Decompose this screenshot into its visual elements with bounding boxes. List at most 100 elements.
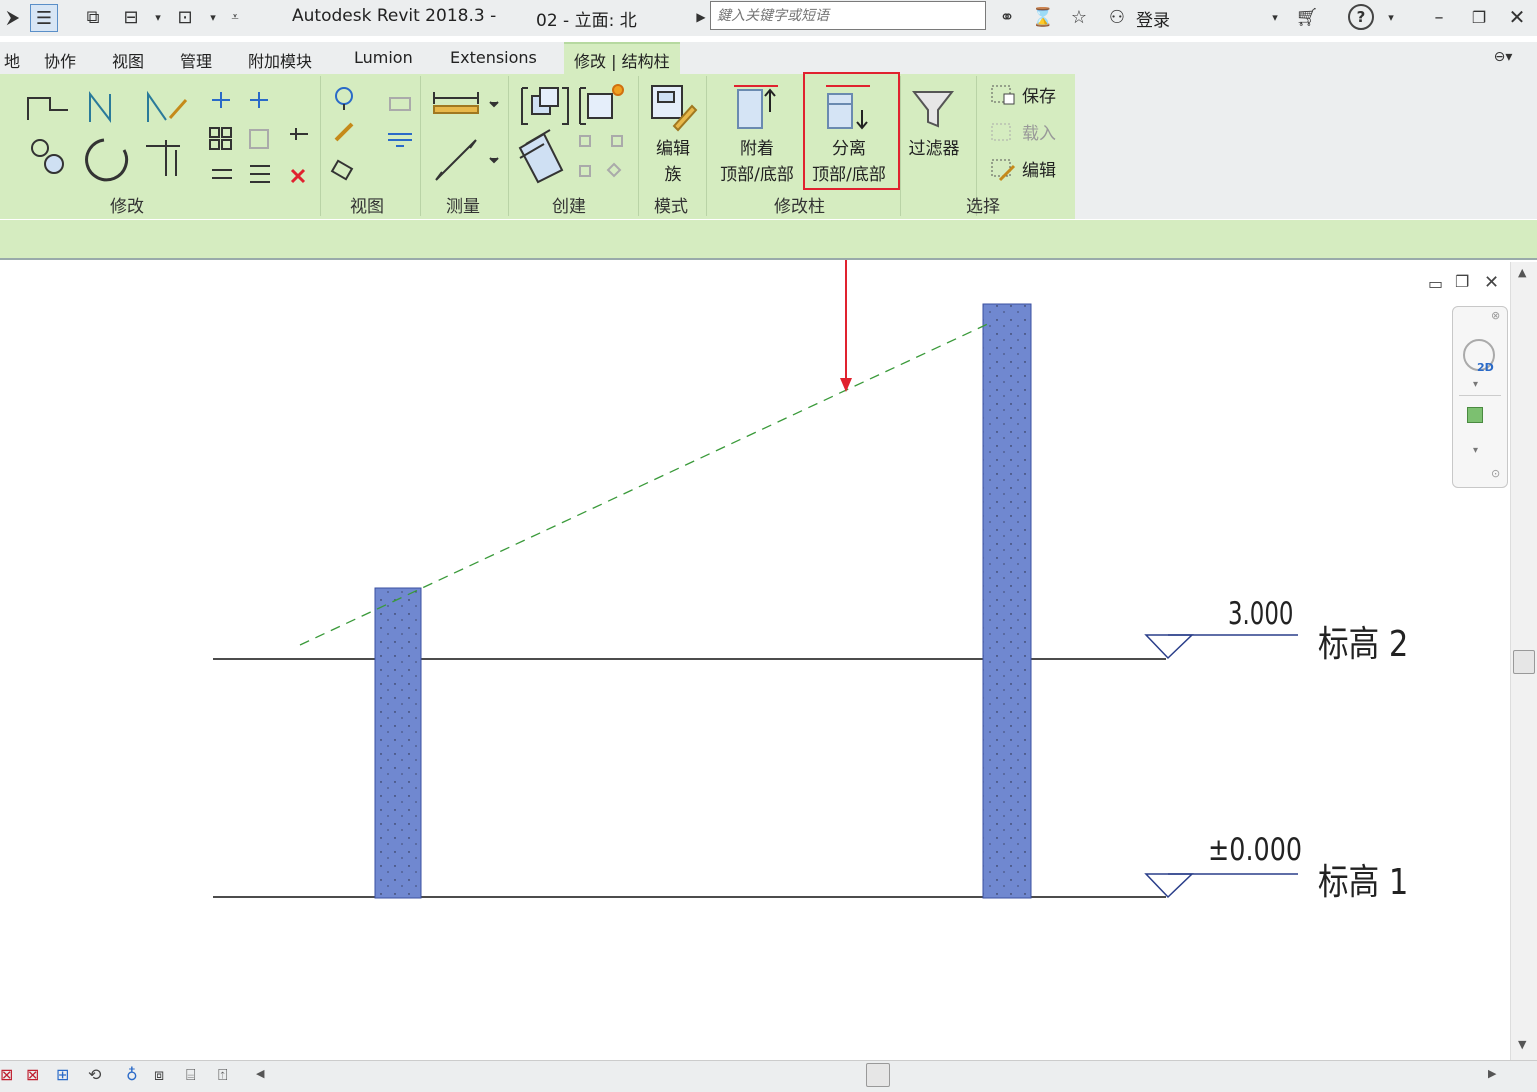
edit-family-label-1: 编辑 xyxy=(656,139,690,159)
scroll-up-arrow-icon[interactable]: ▲ xyxy=(1518,266,1526,279)
create-tools-icons[interactable] xyxy=(514,78,634,188)
navbar-options-icon[interactable]: ⊙ xyxy=(1491,467,1500,480)
vertical-scroll-thumb[interactable] xyxy=(1513,650,1535,674)
scroll-right-arrow-icon[interactable]: ▶ xyxy=(1488,1067,1496,1080)
panel-label-mode: 模式 xyxy=(654,197,688,217)
tab-lumion[interactable]: Lumion xyxy=(350,46,417,69)
scroll-down-arrow-icon[interactable]: ▼ xyxy=(1518,1038,1526,1051)
close-icon[interactable]: ✕ xyxy=(1504,4,1530,30)
detach-highlight-box xyxy=(803,72,900,190)
navbar-divider xyxy=(1459,395,1501,396)
dropdown-arrow-icon[interactable]: ▾ xyxy=(1473,445,1478,456)
star-icon[interactable]: ☆ xyxy=(1066,4,1092,30)
reveal-hidden-icon[interactable]: ⊠ xyxy=(0,1065,13,1084)
binoculars-icon[interactable]: ⚭ xyxy=(994,4,1020,30)
panel-label-view: 视图 xyxy=(350,197,384,217)
load-selection-label: 载入 xyxy=(1022,124,1056,144)
search-input-box[interactable] xyxy=(710,1,986,30)
tab-addins[interactable]: 附加模块 xyxy=(244,46,316,74)
dropdown-arrow-icon[interactable]: ▾ xyxy=(1378,4,1404,30)
measure-tools-icons[interactable] xyxy=(428,80,504,190)
edit-family-label-2: 族 xyxy=(664,165,682,185)
properties-icon[interactable]: ☰ xyxy=(30,4,58,32)
elevation-view-canvas[interactable]: 3.000 标高 2 ±0.000 标高 1 ▭ ❐ ✕ xyxy=(0,260,1508,1060)
view-title: 02 - 立面: 北 xyxy=(536,11,637,31)
worksharing-icon[interactable]: ⍐ xyxy=(218,1065,228,1085)
panel-divider xyxy=(420,76,421,216)
modify-tools-icons[interactable] xyxy=(0,80,320,190)
panel-divider xyxy=(320,76,321,216)
save-selection-label: 保存 xyxy=(1022,87,1056,107)
panel-divider xyxy=(508,76,509,216)
minimize-icon[interactable]: – xyxy=(1426,4,1452,30)
elevation-drawing[interactable] xyxy=(0,260,1508,1060)
subscription-icon[interactable]: ⌛ xyxy=(1030,4,1056,30)
scroll-left-arrow-icon[interactable]: ◀ xyxy=(256,1067,264,1080)
attach-label-1: 附着 xyxy=(740,139,774,159)
panel-divider xyxy=(706,76,707,216)
navbar-close-icon[interactable]: ⊗ xyxy=(1491,309,1500,322)
analytical-model-icon[interactable]: ⊞ xyxy=(56,1065,69,1084)
highlight-displacement-icon[interactable]: ⟲ xyxy=(88,1065,101,1084)
temp-hide-icon[interactable]: ⊠ xyxy=(26,1065,39,1084)
panel-label-modify: 修改 xyxy=(110,197,144,217)
view-tools-icons[interactable] xyxy=(326,80,420,190)
edit-family-icon xyxy=(651,85,698,132)
dropdown-arrow-icon[interactable]: ▾ xyxy=(1473,379,1478,390)
wheel-2d-label: 2D xyxy=(1477,361,1494,374)
crop-view-icon[interactable]: ⧈ xyxy=(154,1065,164,1085)
level-2-elevation: 3.000 xyxy=(1228,596,1294,632)
navigation-bar: ⊗ 2D ▾ ▾ ⊙ xyxy=(1452,306,1508,488)
search-input[interactable] xyxy=(711,2,985,29)
level-2-name[interactable]: 标高 2 xyxy=(1318,615,1408,667)
title-bar: ⮞ ☰ ⧉ ⊟ ▾ ⊡ ▾ ⩡ Autodesk Revit 2018.3 - … xyxy=(0,0,1537,36)
level-1-name[interactable]: 标高 1 xyxy=(1318,853,1408,905)
attach-top-base-icon xyxy=(734,85,778,129)
show-constraints-icon[interactable]: ♁ xyxy=(126,1065,138,1084)
customize-toolbar-icon[interactable]: ⩡ xyxy=(222,4,248,30)
tab-site[interactable]: 地 xyxy=(0,46,24,74)
switch-windows-icon[interactable]: ⊟ xyxy=(118,4,144,30)
zoom-region-icon[interactable] xyxy=(1467,407,1483,423)
dropdown-arrow-icon[interactable]: ▾ xyxy=(145,4,171,30)
dropdown-arrow-icon[interactable]: ▾ xyxy=(1262,4,1288,30)
horizontal-scroll-thumb[interactable] xyxy=(866,1063,890,1087)
vertical-scrollbar[interactable]: ▲ ▼ xyxy=(1510,262,1537,1060)
load-selection-icon xyxy=(991,123,1011,141)
panel-label-select: 选择 xyxy=(966,197,1000,217)
tab-manage[interactable]: 管理 xyxy=(176,46,216,74)
structural-column-short[interactable] xyxy=(374,587,422,899)
restore-icon[interactable]: ❐ xyxy=(1466,4,1492,30)
edit-selection-icon xyxy=(991,159,1016,182)
user-icon[interactable]: ⚇ xyxy=(1104,4,1130,30)
login-link[interactable]: 登录 xyxy=(1136,6,1170,31)
attach-label-2: 顶部/底部 xyxy=(720,165,794,185)
tab-extensions[interactable]: Extensions xyxy=(446,46,541,69)
close-hidden-icon[interactable]: ⧉ xyxy=(80,4,106,30)
3d-view-icon[interactable]: ⊡ xyxy=(172,4,198,30)
panel-divider xyxy=(638,76,639,216)
app-title: Autodesk Revit 2018.3 - xyxy=(292,6,497,26)
view-minimize-icon[interactable]: ▭ xyxy=(1428,274,1443,293)
ribbon-minimize-icon[interactable]: ⊖▾ xyxy=(1490,44,1516,70)
view-close-icon[interactable]: ✕ xyxy=(1484,272,1499,293)
cart-icon[interactable]: 🛒︎ xyxy=(1294,4,1320,30)
ribbon-empty-area xyxy=(1075,74,1537,219)
level-1-elevation: ±0.000 xyxy=(1208,832,1303,868)
edit-selection-label: 编辑 xyxy=(1022,161,1056,181)
panel-label-measure: 测量 xyxy=(446,197,480,217)
view-restore-icon[interactable]: ❐ xyxy=(1455,272,1469,291)
help-icon[interactable]: ? xyxy=(1348,4,1374,30)
panel-label-modify-column: 修改柱 xyxy=(774,197,825,217)
back-arrow-icon[interactable]: ⮞ xyxy=(0,4,26,30)
view-control-bar: ⊠ ⊠ ⊞ ⟲ ♁ ⧈ ⌸ ⍐ ◀ ▶ xyxy=(0,1060,1537,1092)
filter-label: 过滤器 xyxy=(908,139,960,159)
tab-collaborate[interactable]: 协作 xyxy=(40,46,80,74)
options-bar xyxy=(0,220,1537,260)
tab-view[interactable]: 视图 xyxy=(108,46,148,74)
level-2-head-symbol[interactable] xyxy=(1144,634,1298,660)
panel-label-create: 创建 xyxy=(552,197,586,217)
crop-region-icon[interactable]: ⌸ xyxy=(186,1065,196,1085)
level-1-head-symbol[interactable] xyxy=(1144,873,1298,899)
structural-column-tall[interactable] xyxy=(982,303,1032,899)
